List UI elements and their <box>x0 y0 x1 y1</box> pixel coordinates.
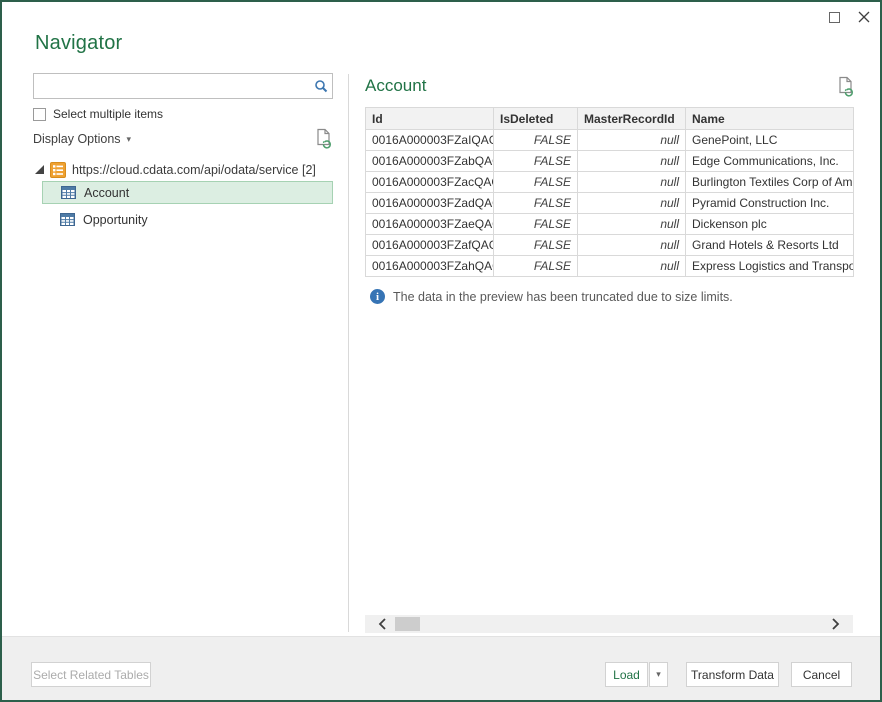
table-cell: null <box>578 130 686 151</box>
display-options-dropdown[interactable]: Display Options ▾ <box>33 132 131 146</box>
select-related-tables-button[interactable]: Select Related Tables <box>31 662 151 687</box>
table-cell: FALSE <box>494 151 578 172</box>
table-cell: 0016A000003FZabQAG <box>366 151 494 172</box>
table-cell: FALSE <box>494 235 578 256</box>
tree-root-label: https://cloud.cdata.com/api/odata/servic… <box>72 163 316 177</box>
table-cell: FALSE <box>494 130 578 151</box>
column-header-isdeleted[interactable]: IsDeleted <box>494 108 578 130</box>
table-row: 0016A000003FZacQAGFALSEnullBurlington Te… <box>366 172 854 193</box>
search-box <box>33 73 333 99</box>
load-dropdown-button[interactable]: ▾ <box>649 662 668 687</box>
table-cell: 0016A000003FZaIQAG <box>366 130 494 151</box>
select-multiple-row: Select multiple items <box>33 107 163 121</box>
scroll-right-icon[interactable] <box>825 615 847 633</box>
tree-item-label: Account <box>84 186 129 200</box>
refresh-preview-icon[interactable] <box>314 128 334 150</box>
chevron-down-icon: ▾ <box>656 669 661 680</box>
table-cell: 0016A000003FZafQAG <box>366 235 494 256</box>
table-row: 0016A000003FZadQAGFALSEnullPyramid Const… <box>366 193 854 214</box>
refresh-preview-icon[interactable] <box>836 76 856 98</box>
truncation-notice: i The data in the preview has been trunc… <box>370 289 733 304</box>
load-button[interactable]: Load <box>605 662 648 687</box>
footer: Select Related Tables Load ▾ Transform D… <box>2 636 880 700</box>
info-icon: i <box>370 289 385 304</box>
select-multiple-label: Select multiple items <box>53 107 163 121</box>
table-cell: null <box>578 172 686 193</box>
table-icon <box>61 186 76 199</box>
table-cell: 0016A000003FZahQAG <box>366 256 494 277</box>
horizontal-scrollbar[interactable] <box>365 615 853 633</box>
preview-title: Account <box>365 76 426 96</box>
search-icon[interactable] <box>310 79 332 93</box>
table-cell: Grand Hotels & Resorts Ltd <box>686 235 854 256</box>
table-cell: FALSE <box>494 214 578 235</box>
column-header-name[interactable]: Name <box>686 108 854 130</box>
scroll-left-icon[interactable] <box>371 615 393 633</box>
table-row: 0016A000003FZaeQAGFALSEnullDickenson plc <box>366 214 854 235</box>
table-row: 0016A000003FZaIQAGFALSEnullGenePoint, LL… <box>366 130 854 151</box>
close-icon <box>858 11 870 23</box>
table-cell: Express Logistics and Transport <box>686 256 854 277</box>
odata-feed-icon <box>50 162 66 178</box>
transform-data-button[interactable]: Transform Data <box>686 662 779 687</box>
table-cell: FALSE <box>494 256 578 277</box>
table-cell: Burlington Textiles Corp of Ameri <box>686 172 854 193</box>
table-cell: null <box>578 235 686 256</box>
scrollbar-thumb[interactable] <box>395 617 420 631</box>
search-input[interactable] <box>34 74 310 98</box>
table-cell: FALSE <box>494 172 578 193</box>
table-cell: Edge Communications, Inc. <box>686 151 854 172</box>
table-cell: null <box>578 193 686 214</box>
tree-expander-icon[interactable] <box>35 165 44 174</box>
close-button[interactable] <box>854 7 874 27</box>
column-header-masterrecordid[interactable]: MasterRecordId <box>578 108 686 130</box>
table-cell: null <box>578 256 686 277</box>
table-cell: FALSE <box>494 193 578 214</box>
preview-table: Id IsDeleted MasterRecordId Name 0016A00… <box>365 107 854 277</box>
cancel-button[interactable]: Cancel <box>791 662 852 687</box>
page-title: Navigator <box>35 32 122 55</box>
table-cell: 0016A000003FZaeQAG <box>366 214 494 235</box>
truncation-message: The data in the preview has been truncat… <box>393 290 733 304</box>
tree-root-node[interactable]: https://cloud.cdata.com/api/odata/servic… <box>33 159 316 180</box>
table-cell: null <box>578 151 686 172</box>
tree-item-opportunity[interactable]: Opportunity <box>42 208 333 231</box>
tree-item-label: Opportunity <box>83 213 148 227</box>
table-row: 0016A000003FZahQAGFALSEnullExpress Logis… <box>366 256 854 277</box>
table-cell: Pyramid Construction Inc. <box>686 193 854 214</box>
column-header-id[interactable]: Id <box>366 108 494 130</box>
table-row: 0016A000003FZafQAGFALSEnullGrand Hotels … <box>366 235 854 256</box>
table-row: 0016A000003FZabQAGFALSEnullEdge Communic… <box>366 151 854 172</box>
table-cell: Dickenson plc <box>686 214 854 235</box>
table-cell: null <box>578 214 686 235</box>
preview-table-body: 0016A000003FZaIQAGFALSEnullGenePoint, LL… <box>366 130 854 277</box>
display-options-label: Display Options <box>33 132 121 146</box>
table-cell: 0016A000003FZadQAG <box>366 193 494 214</box>
maximize-icon <box>829 12 840 23</box>
maximize-button[interactable] <box>824 7 844 27</box>
tree-item-account[interactable]: Account <box>42 181 333 204</box>
table-cell: 0016A000003FZacQAG <box>366 172 494 193</box>
navigator-dialog: Navigator Select multiple items Display … <box>0 0 882 702</box>
table-header-row: Id IsDeleted MasterRecordId Name <box>366 108 854 130</box>
chevron-down-icon: ▾ <box>127 134 132 145</box>
table-icon <box>60 213 75 226</box>
select-multiple-checkbox[interactable] <box>33 108 46 121</box>
table-cell: GenePoint, LLC <box>686 130 854 151</box>
panel-divider <box>348 74 349 632</box>
